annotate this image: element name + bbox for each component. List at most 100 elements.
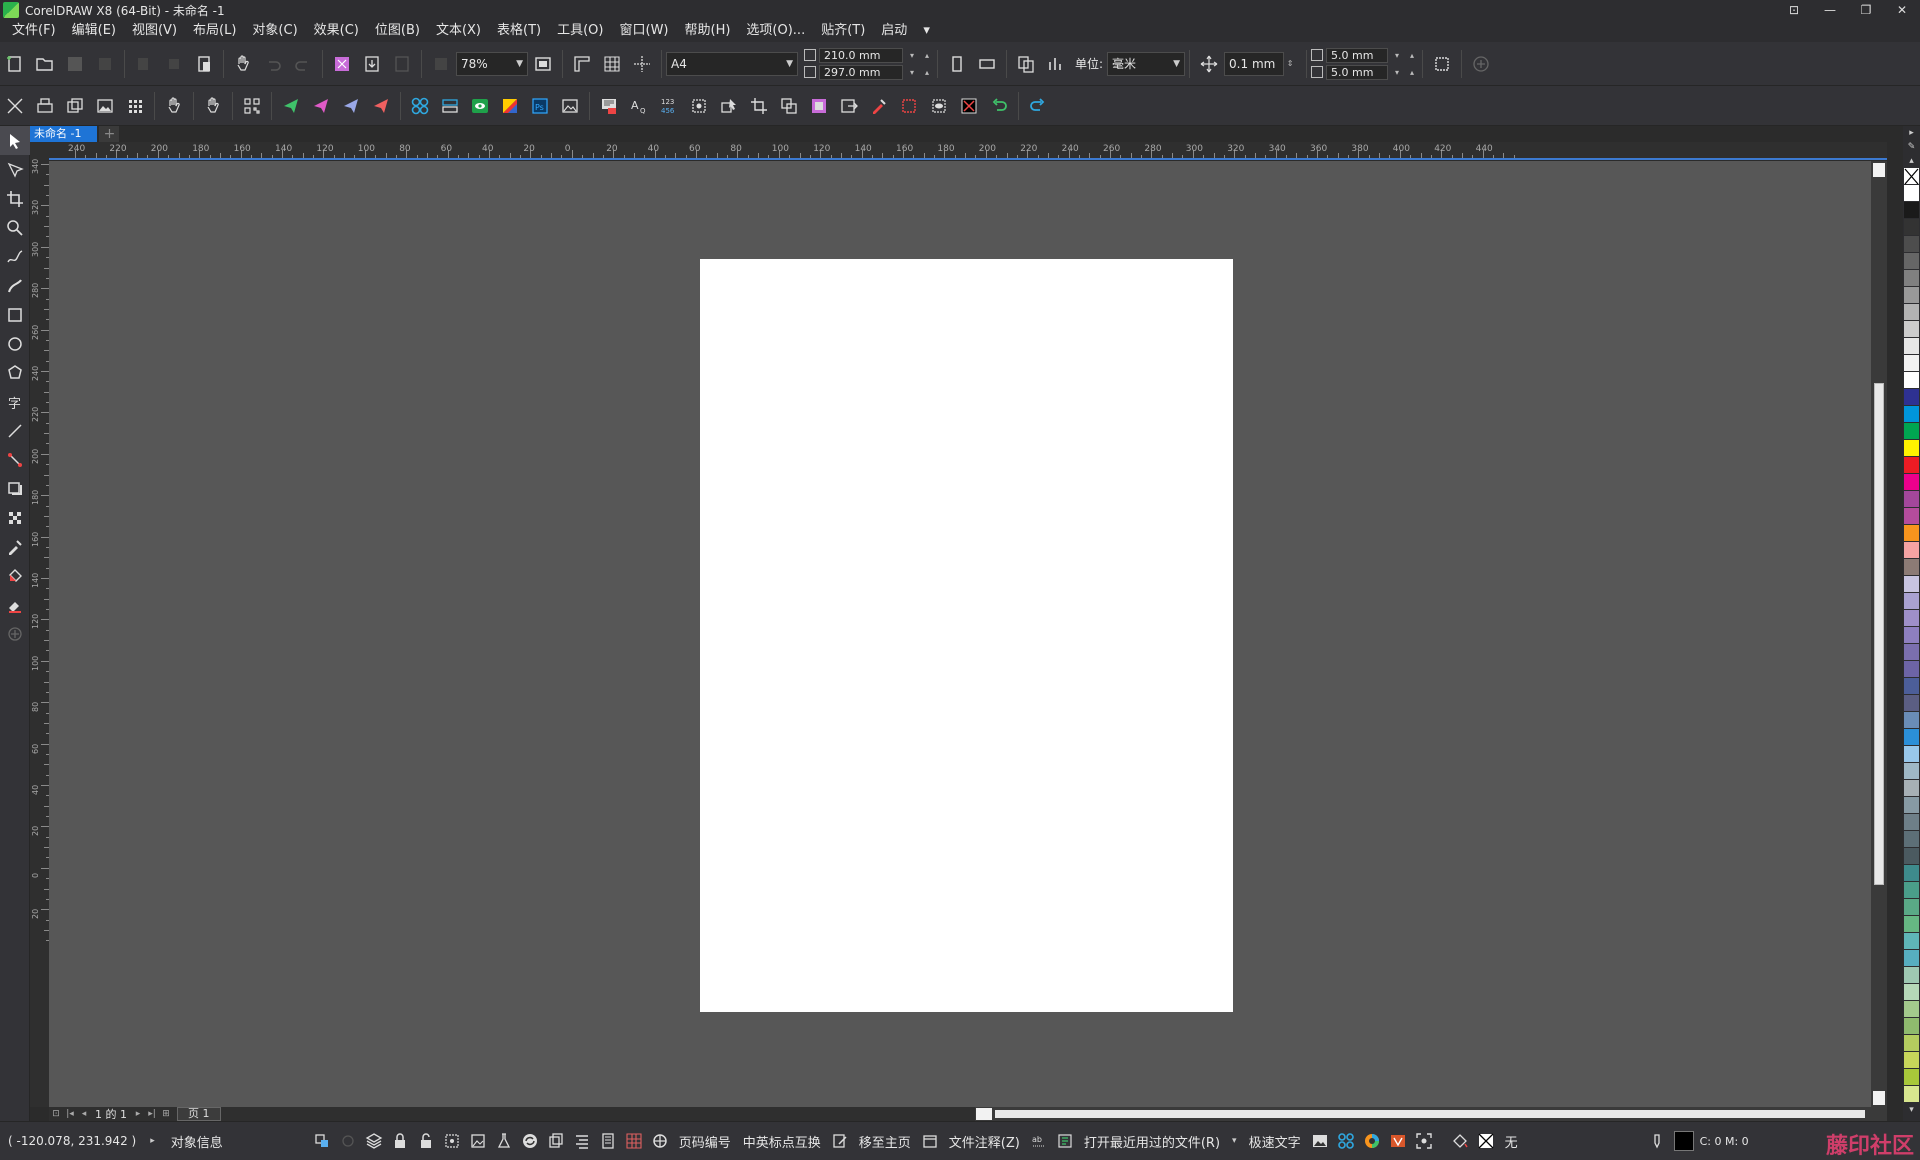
color-swatch[interactable] (1904, 661, 1919, 678)
sync-icon[interactable] (517, 1128, 543, 1154)
connect-icon[interactable] (405, 91, 435, 121)
new-document-icon[interactable] (0, 49, 30, 79)
spin-icon[interactable]: ⇕ (1284, 59, 1296, 68)
color-swatch[interactable] (1904, 423, 1919, 440)
vertical-ruler[interactable]: 340 320 300 280 260 240 220 200 180 160 140 120 100 8… (30, 142, 49, 1107)
drawing-canvas[interactable] (49, 161, 1887, 1107)
export-arrow-icon[interactable] (834, 91, 864, 121)
color-swatch[interactable] (1904, 797, 1919, 814)
number-sequence-icon[interactable]: 123 456 (654, 91, 684, 121)
color-swatch[interactable] (1904, 746, 1919, 763)
status-menu-arrow-icon[interactable]: ▸ (150, 1136, 155, 1146)
preview-eye-icon[interactable] (465, 91, 495, 121)
ab-text-icon[interactable]: ab (1026, 1128, 1052, 1154)
show-grid-icon[interactable] (597, 49, 627, 79)
paste-icon[interactable] (189, 49, 219, 79)
page-height-field[interactable]: 297.0 mm (819, 64, 903, 80)
picture-frame-icon[interactable] (555, 91, 585, 121)
add-toolbar-icon[interactable] (1466, 49, 1496, 79)
color-swatch[interactable] (1904, 542, 1919, 559)
spin-icon[interactable]: ▾ (1391, 68, 1403, 77)
color-swatch[interactable] (1904, 185, 1919, 202)
menu-text[interactable]: 文本(X) (428, 20, 489, 42)
color-swatch[interactable] (1904, 525, 1919, 542)
page-settings-icon[interactable]: ⊡ (49, 1108, 63, 1120)
color-swatch[interactable] (1904, 933, 1919, 950)
menu-view[interactable]: 视图(V) (124, 20, 185, 42)
connect-blue-icon[interactable] (1333, 1128, 1359, 1154)
rollback-icon[interactable] (984, 91, 1014, 121)
image-icon[interactable] (90, 91, 120, 121)
vertical-scrollbar[interactable] (1871, 161, 1887, 1107)
rectangle-tool-icon[interactable] (0, 300, 30, 329)
select-all-icon[interactable] (439, 1128, 465, 1154)
menu-launch[interactable]: 启动 (873, 20, 915, 42)
menu-options[interactable]: 选项(O)... (738, 20, 813, 42)
parallel-dimension-icon[interactable] (0, 416, 30, 445)
artistic-media-icon[interactable] (0, 271, 30, 300)
text-tool-icon[interactable]: 字 (0, 387, 30, 416)
color-swatch[interactable] (1904, 967, 1919, 984)
page-number-icon[interactable] (647, 1128, 673, 1154)
page-width-field[interactable]: 210.0 mm (819, 47, 903, 63)
menu-table[interactable]: 表格(T) (489, 20, 549, 42)
restore-button[interactable]: ❐ (1848, 0, 1884, 20)
pointer-box-icon[interactable] (714, 91, 744, 121)
show-guidelines-icon[interactable] (627, 49, 657, 79)
text-align-icon[interactable] (569, 1128, 595, 1154)
color-swatch[interactable] (1904, 729, 1919, 746)
fast-text-label[interactable]: 极速文字 (1249, 1132, 1301, 1151)
page-border-icon[interactable] (1427, 49, 1457, 79)
no-color-swatch[interactable] (1904, 168, 1919, 185)
show-rulers-icon[interactable] (567, 49, 597, 79)
menu-tools[interactable]: 工具(O) (549, 20, 611, 42)
menu-window[interactable]: 窗口(W) (612, 20, 677, 42)
color-swatch[interactable] (1904, 1086, 1919, 1103)
color-swatch[interactable] (1904, 610, 1919, 627)
lock-icon[interactable] (387, 1128, 413, 1154)
color-swatch[interactable] (1904, 1069, 1919, 1086)
color-swatch[interactable] (1904, 831, 1919, 848)
color-swatch[interactable] (1904, 916, 1919, 933)
document-list-icon[interactable] (595, 1128, 621, 1154)
export-icon[interactable] (357, 49, 387, 79)
color-swatch[interactable] (1904, 491, 1919, 508)
drop-shadow-icon[interactable] (0, 474, 30, 503)
landscape-icon[interactable] (972, 49, 1002, 79)
color-wheel-icon[interactable] (1359, 1128, 1385, 1154)
current-page-icon[interactable] (1041, 49, 1071, 79)
smart-fill-icon[interactable] (0, 590, 30, 619)
crop-marks-icon[interactable] (744, 91, 774, 121)
color-swatch[interactable] (1904, 253, 1919, 270)
ellipse-tool-icon[interactable] (0, 329, 30, 358)
open-folder-icon[interactable] (30, 49, 60, 79)
menu-help[interactable]: 帮助(H) (677, 20, 739, 42)
send-blue-icon[interactable] (336, 91, 366, 121)
hand-script-icon[interactable] (159, 91, 189, 121)
color-swatch[interactable] (1904, 984, 1919, 1001)
vertical-scroll-thumb[interactable] (1874, 383, 1884, 885)
photoshop-icon[interactable]: Ps (525, 91, 555, 121)
color-swatch[interactable] (1904, 338, 1919, 355)
recent-files-dropdown-icon[interactable]: ▾ (1232, 1136, 1237, 1146)
color-swatch[interactable] (1904, 202, 1919, 219)
all-pages-icon[interactable] (1011, 49, 1041, 79)
color-swatch[interactable] (1904, 1001, 1919, 1018)
close-button[interactable]: ✕ (1884, 0, 1920, 20)
file-note-icon[interactable] (917, 1128, 943, 1154)
zoom-tool-icon[interactable] (0, 213, 30, 242)
menu-launch-arrow-icon[interactable]: ▾ (915, 20, 938, 42)
punct-swap-label[interactable]: 中英标点互换 (743, 1132, 821, 1151)
nudge-distance-field[interactable]: 0.1 mm (1224, 51, 1285, 76)
refresh-icon[interactable] (1023, 91, 1053, 121)
color-swatch[interactable] (1904, 236, 1919, 253)
connector-tool-icon[interactable] (0, 445, 30, 474)
color-swatch[interactable] (1904, 678, 1919, 695)
image-frame-icon[interactable] (465, 1128, 491, 1154)
color-swatch[interactable] (1904, 219, 1919, 236)
color-swatch[interactable] (1904, 457, 1919, 474)
color-swatch[interactable] (1904, 644, 1919, 661)
remove-object-icon[interactable] (954, 91, 984, 121)
zoom-level-select[interactable]: 78% ▼ (456, 51, 528, 76)
spin-icon[interactable]: ▴ (1406, 51, 1418, 60)
